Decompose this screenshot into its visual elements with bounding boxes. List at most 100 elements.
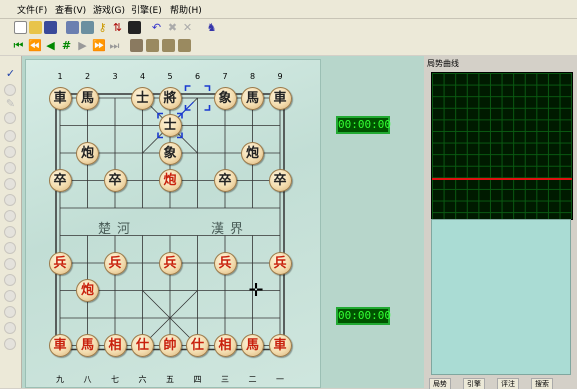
last-move-icon[interactable]: ⏭ — [108, 38, 121, 53]
tab-engine[interactable]: 引擎 — [463, 378, 485, 389]
piece-icon[interactable] — [4, 178, 16, 190]
red-piece[interactable]: 馬 — [241, 334, 264, 357]
file-number-bottom: 九 — [56, 375, 64, 384]
red-piece[interactable]: 炮 — [76, 279, 99, 302]
save-icon[interactable] — [44, 21, 57, 34]
piece-icon[interactable] — [4, 306, 16, 318]
board-area: 123456789 九八七六五四三二一 楚河 漢界 車馬士將象馬車士炮象炮卒卒炮… — [22, 56, 424, 388]
tab-situation[interactable]: 局势 — [429, 378, 451, 389]
menu-engine[interactable]: 引擎(E) — [131, 3, 162, 16]
river-right-label: 漢界 — [211, 222, 250, 237]
black-piece[interactable]: 炮 — [241, 141, 264, 165]
flip-icon[interactable]: ⇅ — [111, 20, 124, 35]
red-piece[interactable]: 帥 — [158, 334, 182, 357]
black-piece[interactable]: 車 — [268, 86, 292, 110]
find-icon[interactable]: ♞ — [205, 20, 218, 35]
piece-icon[interactable] — [4, 338, 16, 350]
black-piece[interactable]: 士 — [158, 114, 182, 137]
red-piece[interactable]: 馬 — [76, 334, 99, 357]
red-piece[interactable]: 車 — [268, 334, 292, 357]
trend-chart — [431, 72, 573, 220]
black-piece[interactable]: 士 — [131, 86, 154, 110]
file-number-top: 3 — [112, 72, 118, 81]
tab-comment[interactable]: 评注 — [497, 378, 519, 389]
trend-line — [432, 178, 572, 180]
red-piece[interactable]: 兵 — [103, 251, 127, 275]
tab-search[interactable]: 搜索 — [531, 378, 553, 389]
red-piece[interactable]: 兵 — [158, 251, 182, 275]
check-icon[interactable]: ✓ — [4, 66, 17, 81]
bottom-player-clock: 00:00:00 — [336, 307, 391, 325]
undo-icon[interactable]: ↶ — [150, 20, 163, 35]
new-file-icon[interactable] — [14, 21, 27, 34]
black-piece[interactable]: 馬 — [241, 86, 264, 110]
chess-board[interactable]: 123456789 九八七六五四三二一 楚河 漢界 車馬士將象馬車士炮象炮卒卒炮… — [25, 59, 321, 388]
red-piece[interactable]: 兵 — [48, 251, 72, 275]
red-piece[interactable]: 相 — [213, 334, 237, 357]
red-piece[interactable]: 兵 — [268, 251, 292, 275]
copy3-icon[interactable] — [178, 39, 191, 52]
print-icon[interactable] — [130, 39, 143, 52]
move-list[interactable] — [431, 219, 571, 375]
menu-view[interactable]: 查看(V) — [55, 3, 86, 16]
open-folder-icon[interactable] — [29, 21, 42, 34]
black-piece[interactable]: 象 — [158, 141, 182, 165]
cancel-icon[interactable]: ✖ — [166, 20, 179, 35]
crosshair-cursor-icon: ✛ — [248, 280, 264, 301]
file-number-bottom: 三 — [221, 375, 229, 384]
piece-icon[interactable] — [4, 194, 16, 206]
black-piece[interactable]: 卒 — [48, 169, 72, 192]
piece-icon[interactable] — [4, 274, 16, 286]
red-piece[interactable]: 相 — [103, 334, 127, 357]
piece-icon[interactable] — [4, 290, 16, 302]
forward-fast-icon[interactable]: ⏩ — [92, 38, 106, 53]
stop-icon[interactable]: ✕ — [181, 20, 194, 35]
board-edit-icon[interactable] — [66, 21, 79, 34]
back-fast-icon[interactable]: ⏪ — [28, 38, 42, 53]
black-piece[interactable]: 馬 — [76, 86, 99, 110]
piece-icon[interactable] — [4, 210, 16, 222]
red-piece[interactable]: 炮 — [158, 169, 182, 192]
top-player-clock: 00:00:00 — [336, 116, 391, 134]
black-piece[interactable]: 車 — [48, 86, 72, 110]
piece-icon[interactable] — [4, 242, 16, 254]
black-piece[interactable]: 卒 — [103, 169, 127, 192]
panel-tabs: 局势 引擎 评注 搜索 — [427, 378, 577, 389]
board-view-icon[interactable] — [81, 21, 94, 34]
red-piece[interactable]: 仕 — [131, 334, 154, 357]
menu-game[interactable]: 游戏(G) — [93, 3, 125, 16]
black-piece[interactable]: 將 — [158, 86, 182, 110]
menu-file[interactable]: 文件(F) — [17, 3, 47, 16]
first-move-icon[interactable]: ⏮ — [12, 38, 25, 53]
piece-icon[interactable] — [4, 322, 16, 334]
black-piece[interactable]: 炮 — [76, 141, 99, 165]
file-number-top: 7 — [222, 72, 228, 81]
piece-icon[interactable] — [4, 258, 16, 270]
file-number-top: 5 — [167, 72, 173, 81]
console-icon[interactable] — [128, 21, 141, 34]
black-piece[interactable]: 卒 — [213, 169, 237, 192]
red-piece[interactable]: 仕 — [186, 334, 209, 357]
red-piece[interactable]: 車 — [48, 334, 72, 357]
key-icon[interactable]: ⚷ — [96, 20, 109, 35]
piece-icon[interactable] — [4, 130, 16, 142]
copy-icon[interactable] — [146, 39, 159, 52]
pencil-icon[interactable]: ✎ — [4, 96, 17, 111]
hash-icon[interactable]: # — [60, 38, 73, 53]
file-number-bottom: 六 — [138, 375, 147, 384]
forward-icon[interactable]: ▶ — [76, 38, 89, 53]
panel-title: 局势曲线 — [427, 59, 459, 68]
menu-help[interactable]: 帮助(H) — [170, 3, 202, 16]
piece-icon[interactable] — [4, 226, 16, 238]
black-piece[interactable]: 象 — [213, 86, 237, 110]
file-number-bottom: 一 — [276, 375, 284, 384]
copy2-icon[interactable] — [162, 39, 175, 52]
arrow-icon[interactable] — [4, 112, 16, 124]
back-icon[interactable]: ◀ — [44, 38, 57, 53]
red-piece[interactable]: 兵 — [213, 251, 237, 275]
circle-icon[interactable] — [4, 84, 16, 96]
black-piece[interactable]: 卒 — [268, 169, 292, 192]
piece-icon[interactable] — [4, 162, 16, 174]
navigation-toolbar: ⏮ ⏪ ◀ # ▶ ⏩ ⏭ — [0, 37, 577, 55]
piece-icon[interactable] — [4, 146, 16, 158]
